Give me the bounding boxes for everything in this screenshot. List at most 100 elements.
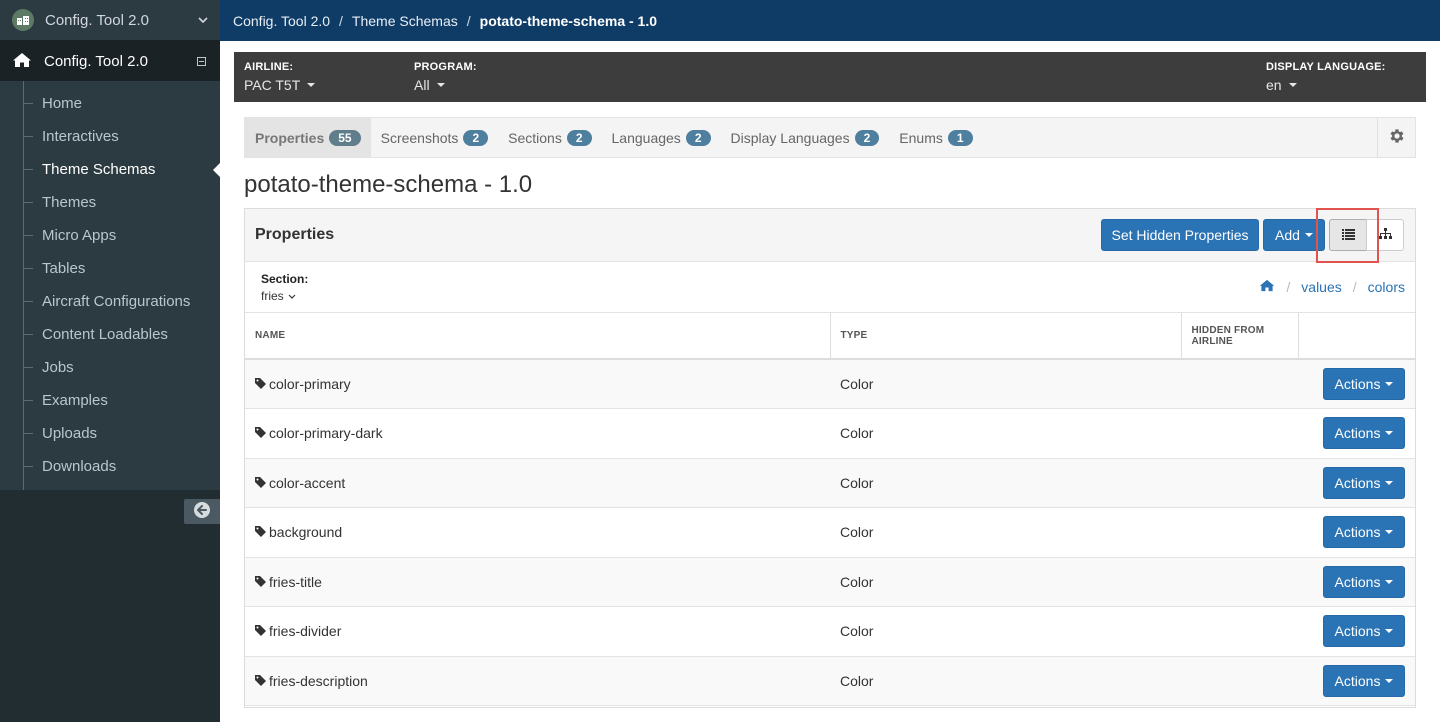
property-name[interactable]: color-primary-dark	[269, 425, 383, 441]
sidebar: Config. Tool 2.0 Config. Tool 2.0 Home I…	[0, 0, 220, 722]
tab-properties[interactable]: Properties 55	[245, 118, 371, 157]
actions-cell: Actions	[1298, 606, 1415, 657]
header-line: HIDDEN FROM	[1191, 324, 1265, 336]
property-type: Color	[830, 656, 1181, 706]
breadcrumb-item-theme-schemas[interactable]: Theme Schemas	[352, 13, 458, 29]
actions-label: Actions	[1334, 573, 1381, 590]
panel-title: Properties	[255, 226, 335, 243]
app-switcher[interactable]: Config. Tool 2.0	[0, 0, 220, 41]
section-filter-row: Section: fries / values / colors	[245, 262, 1415, 313]
sidebar-item-micro-apps[interactable]: Micro Apps	[0, 219, 220, 252]
sidebar-item-interactives[interactable]: Interactives	[0, 120, 220, 153]
app-switcher-label: Config. Tool 2.0	[45, 11, 149, 29]
sidebar-item-uploads[interactable]: Uploads	[0, 417, 220, 450]
column-header-actions	[1298, 313, 1415, 360]
tab-languages[interactable]: Languages 2	[602, 118, 721, 157]
property-name[interactable]: color-primary	[269, 376, 351, 392]
property-name-cell: fries-description	[245, 656, 830, 706]
actions-button[interactable]: Actions	[1323, 516, 1405, 549]
table-row: color-accent Color Actions	[245, 458, 1415, 508]
sidebar-item-downloads[interactable]: Downloads	[0, 450, 220, 483]
property-name[interactable]: color-accent	[269, 475, 345, 491]
actions-button[interactable]: Actions	[1323, 466, 1405, 499]
property-type: Color	[830, 557, 1181, 607]
sidebar-item-examples[interactable]: Examples	[0, 384, 220, 417]
tab-enums[interactable]: Enums 1	[889, 118, 982, 157]
actions-button[interactable]: Actions	[1323, 417, 1405, 450]
actions-label: Actions	[1334, 425, 1381, 442]
hidden-from-airline-cell	[1181, 408, 1298, 459]
property-name[interactable]: background	[269, 524, 342, 540]
property-name[interactable]: fries-title	[269, 574, 322, 590]
actions-cell: Actions	[1298, 408, 1415, 459]
actions-label: Actions	[1334, 524, 1381, 541]
column-header-type[interactable]: TYPE	[830, 313, 1182, 360]
property-type: Color	[830, 507, 1181, 558]
home-icon[interactable]	[1259, 279, 1275, 295]
add-button[interactable]: Add	[1263, 219, 1325, 251]
caret-down-icon	[1304, 233, 1313, 237]
list-view-button[interactable]	[1329, 219, 1367, 251]
tree-view-button[interactable]	[1366, 219, 1404, 251]
actions-button[interactable]: Actions	[1323, 615, 1405, 648]
sidebar-item-jobs[interactable]: Jobs	[0, 351, 220, 384]
sidebar-collapse-button[interactable]	[184, 499, 220, 524]
minus-square-icon[interactable]	[197, 56, 206, 66]
actions-label: Actions	[1334, 623, 1381, 640]
tab-display-languages[interactable]: Display Languages 2	[721, 118, 890, 157]
tab-sections[interactable]: Sections 2	[498, 118, 601, 157]
caret-down-icon	[307, 83, 316, 87]
column-header-hidden-from-airline[interactable]: HIDDEN FROM AIRLINE	[1181, 313, 1299, 360]
breadcrumb-item-current: potato-theme-schema - 1.0	[479, 12, 658, 29]
tab-screenshots[interactable]: Screenshots 2	[371, 118, 499, 157]
program-value: All	[414, 77, 430, 93]
caret-down-icon	[1385, 629, 1394, 634]
page-title: potato-theme-schema - 1.0	[244, 171, 533, 198]
program-selector[interactable]: PROGRAM: All	[414, 61, 477, 93]
table-row: background Color Actions	[245, 507, 1415, 558]
property-name[interactable]: fries-description	[269, 673, 368, 689]
sidebar-item-home[interactable]: Home	[0, 87, 220, 120]
actions-button[interactable]: Actions	[1323, 565, 1405, 598]
tab-label: Properties	[255, 129, 325, 146]
sidebar-item-aircraft-configurations[interactable]: Aircraft Configurations	[0, 285, 220, 318]
tab-label: Sections	[508, 129, 562, 146]
display-language-value: en	[1266, 77, 1282, 93]
sidebar-item-theme-schemas[interactable]: Theme Schemas	[0, 153, 220, 186]
list-icon	[1341, 227, 1355, 243]
caret-down-icon	[1385, 382, 1394, 386]
path-item-colors[interactable]: colors	[1368, 279, 1405, 295]
set-hidden-properties-button[interactable]: Set Hidden Properties	[1101, 219, 1259, 251]
section-selector[interactable]: fries	[261, 289, 296, 303]
section-label: Section:	[261, 272, 309, 286]
column-header-name[interactable]: NAME	[245, 313, 831, 360]
count-badge: 2	[854, 129, 880, 146]
app-header[interactable]: Config. Tool 2.0	[0, 41, 220, 81]
tag-icon	[255, 623, 266, 639]
actions-button[interactable]: Actions	[1323, 664, 1405, 697]
hidden-from-airline-cell	[1181, 359, 1298, 409]
count-badge: 2	[566, 129, 592, 146]
gear-icon	[1388, 127, 1406, 148]
display-language-selector[interactable]: DISPLAY LANGUAGE: en	[1266, 61, 1386, 93]
app-header-label: Config. Tool 2.0	[44, 52, 148, 70]
airline-selector[interactable]: AIRLINE: PAC T5T	[244, 61, 316, 93]
actions-button[interactable]: Actions	[1323, 368, 1405, 400]
breadcrumb-item-app[interactable]: Config. Tool 2.0	[233, 13, 330, 29]
tag-icon	[255, 574, 266, 590]
sidebar-item-tables[interactable]: Tables	[0, 252, 220, 285]
hidden-from-airline-cell	[1181, 507, 1298, 558]
hidden-from-airline-cell	[1181, 458, 1298, 508]
property-name-cell: color-primary-dark	[245, 408, 830, 459]
path-item-values[interactable]: values	[1301, 279, 1341, 295]
breadcrumb: Config. Tool 2.0 / Theme Schemas / potat…	[220, 0, 1440, 41]
breadcrumb-separator: /	[339, 12, 343, 29]
settings-button[interactable]	[1377, 118, 1415, 157]
caret-down-icon	[1288, 83, 1297, 87]
sidebar-item-themes[interactable]: Themes	[0, 186, 220, 219]
property-name[interactable]: fries-divider	[269, 623, 341, 639]
chevron-down-icon	[198, 13, 208, 27]
sidebar-item-content-loadables[interactable]: Content Loadables	[0, 318, 220, 351]
table-row: color-primary-dark Color Actions	[245, 408, 1415, 459]
actions-label: Actions	[1334, 474, 1381, 491]
